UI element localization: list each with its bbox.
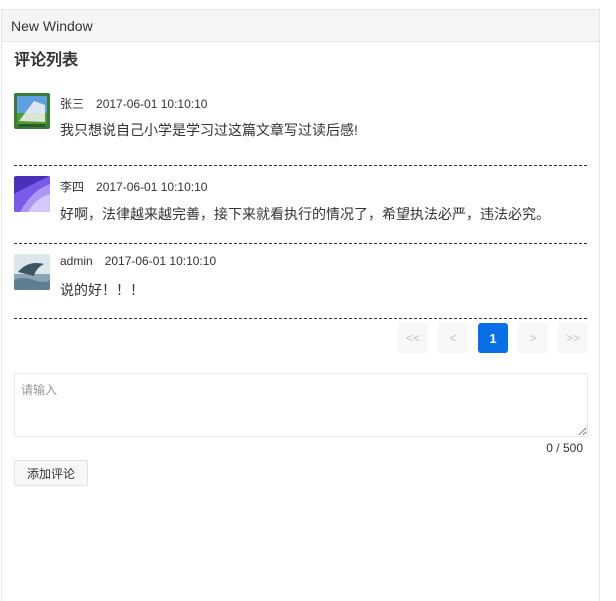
page-1-button[interactable]: 1 [478, 323, 508, 353]
comment-time: 2017-06-01 10:10:10 [96, 180, 208, 194]
comment-text: 说的好！！！ [60, 282, 144, 298]
comment-time: 2017-06-01 10:10:10 [104, 254, 217, 268]
comments-panel: 评论列表 张三 2017-06-01 10:10:10 我只想说自己小学是学习过这… [2, 51, 599, 319]
avatar-windows-xp-icon [14, 93, 50, 129]
avatar [14, 93, 50, 129]
avatar-purple-abstract-icon [14, 176, 50, 212]
comment-item: admin 2017-06-01 10:10:10 说的好！！！ [14, 244, 587, 319]
next-page-button[interactable]: > [518, 323, 548, 353]
comment-item: 张三 2017-06-01 10:10:10 我只想说自己小学是学习过这篇文章写过… [14, 71, 587, 166]
page-title: 评论列表 [14, 52, 79, 69]
avatar-seascape-icon [14, 254, 50, 290]
comment-time: 2017-06-01 10:10:10 [96, 97, 208, 111]
comment-meta: admin 2017-06-01 10:10:10 [60, 254, 216, 268]
comment-author: 张三 [60, 97, 85, 111]
avatar [14, 254, 50, 290]
pagination: << < 1 > >> [398, 323, 588, 353]
comment-author: admin [60, 254, 93, 268]
prev-page-button[interactable]: < [438, 323, 468, 353]
window-title: New Window [11, 17, 93, 34]
avatar [14, 176, 50, 212]
comment-author: 李四 [60, 180, 85, 194]
comment-text: 我只想说自己小学是学习过这篇文章写过读后感! [60, 122, 358, 138]
comment-meta: 张三 2017-06-01 10:10:10 [60, 95, 207, 112]
comment-input[interactable] [14, 373, 588, 437]
last-page-button[interactable]: >> [558, 323, 588, 353]
window-titlebar: New Window [2, 10, 599, 42]
add-comment-button[interactable]: 添加评论 [14, 460, 89, 486]
comment-item: 李四 2017-06-01 10:10:10 好啊，法律越来越完善，接下来就看执行… [14, 166, 587, 244]
app-window: New Window 评论列表 张三 2017-06-01 10:10:10 我只… [1, 9, 600, 601]
char-counter: 0 / 500 [546, 441, 583, 455]
comment-meta: 李四 2017-06-01 10:10:10 [60, 178, 207, 195]
first-page-button[interactable]: << [398, 323, 428, 353]
comment-text: 好啊，法律越来越完善，接下来就看执行的情况了，希望执法必严，违法必究。 [60, 206, 550, 222]
